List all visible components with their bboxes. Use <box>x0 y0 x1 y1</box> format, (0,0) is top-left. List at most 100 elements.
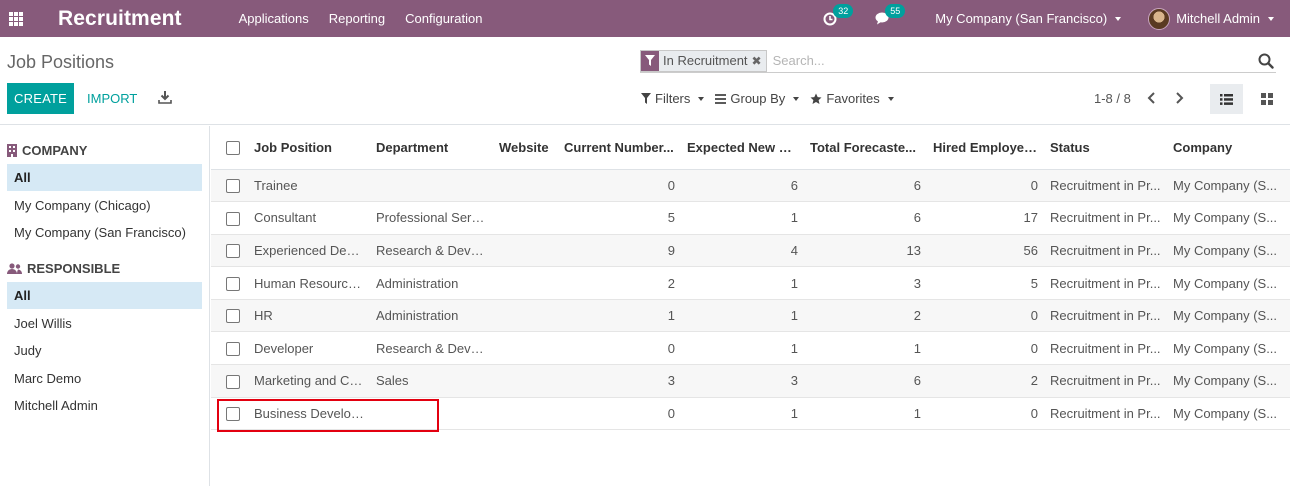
cell-company[interactable]: My Company (S... <box>1167 169 1290 203</box>
row-checkbox[interactable] <box>211 201 248 235</box>
cell-hired-employees[interactable]: 56 <box>927 234 1044 268</box>
column-header-job-position[interactable]: Job Position <box>248 126 370 170</box>
apps-grid-icon[interactable] <box>9 11 23 26</box>
cell-website[interactable] <box>493 169 558 203</box>
cell-department[interactable]: Administration <box>370 266 493 300</box>
cell-company[interactable]: My Company (S... <box>1167 201 1290 235</box>
cell-expected-new[interactable]: 1 <box>681 331 804 366</box>
cell-department[interactable] <box>370 397 493 431</box>
company-filter-all[interactable]: All <box>7 164 202 191</box>
cell-expected-new[interactable]: 4 <box>681 234 804 268</box>
column-header-status[interactable]: Status <box>1044 126 1167 170</box>
cell-total-forecasted[interactable]: 2 <box>804 299 927 333</box>
responsible-filter-all[interactable]: All <box>7 282 202 309</box>
cell-total-forecasted[interactable]: 13 <box>804 234 927 268</box>
search-icon[interactable] <box>1258 53 1274 69</box>
create-button[interactable]: CREATE <box>7 83 74 114</box>
messages-button[interactable]: 55 <box>875 4 906 25</box>
app-brand[interactable]: Recruitment <box>58 7 182 31</box>
cell-website[interactable] <box>493 397 558 431</box>
cell-job-position[interactable]: Experienced Deve... <box>248 234 370 268</box>
cell-hired-employees[interactable]: 2 <box>927 364 1044 398</box>
row-checkbox[interactable] <box>211 299 248 333</box>
cell-status[interactable]: Recruitment in Pr... <box>1044 364 1167 398</box>
cell-status[interactable]: Recruitment in Pr... <box>1044 299 1167 333</box>
cell-status[interactable]: Recruitment in Pr... <box>1044 331 1167 366</box>
cell-hired-employees[interactable]: 0 <box>927 299 1044 333</box>
activities-button[interactable]: 32 <box>823 3 854 26</box>
row-checkbox[interactable] <box>211 234 248 268</box>
responsible-filter-judy[interactable]: Judy <box>7 337 202 364</box>
cell-company[interactable]: My Company (S... <box>1167 364 1290 398</box>
company-filter-chicago[interactable]: My Company (Chicago) <box>7 192 202 219</box>
table-row[interactable]: Experienced Deve... Research & Devel... … <box>211 234 1290 268</box>
cell-status[interactable]: Recruitment in Pr... <box>1044 169 1167 203</box>
table-row[interactable]: Developer Research & Devel... 0 1 1 0 Re… <box>211 331 1290 366</box>
cell-department[interactable]: Administration <box>370 299 493 333</box>
table-row[interactable]: Business Develop... 0 1 1 0 Recruitment … <box>211 397 1290 431</box>
cell-website[interactable] <box>493 331 558 366</box>
menu-configuration[interactable]: Configuration <box>405 11 482 26</box>
table-row[interactable]: Trainee 0 6 6 0 Recruitment in Pr... My … <box>211 169 1290 203</box>
table-row[interactable]: Consultant Professional Servi... 5 1 6 1… <box>211 201 1290 235</box>
cell-current-number[interactable]: 0 <box>558 397 681 431</box>
cell-job-position[interactable]: HR <box>248 299 370 333</box>
company-switcher[interactable]: My Company (San Francisco) <box>935 11 1122 26</box>
chevron-right-icon[interactable] <box>1173 92 1185 104</box>
pager-value[interactable]: 1-8 / 8 <box>1094 91 1131 106</box>
cell-status[interactable]: Recruitment in Pr... <box>1044 201 1167 235</box>
cell-company[interactable]: My Company (S... <box>1167 266 1290 300</box>
cell-total-forecasted[interactable]: 6 <box>804 201 927 235</box>
cell-job-position[interactable]: Developer <box>248 331 370 366</box>
cell-company[interactable]: My Company (S... <box>1167 299 1290 333</box>
cell-department[interactable]: Research & Devel... <box>370 331 493 366</box>
row-checkbox[interactable] <box>211 266 248 300</box>
column-header-department[interactable]: Department <box>370 126 493 170</box>
table-row[interactable]: Human Resource... Administration 2 1 3 5… <box>211 266 1290 300</box>
cell-job-position[interactable]: Human Resource... <box>248 266 370 300</box>
cell-job-position[interactable]: Trainee <box>248 169 370 203</box>
filters-dropdown[interactable]: Filters <box>641 91 705 106</box>
responsible-filter-marc-demo[interactable]: Marc Demo <box>7 365 202 392</box>
cell-hired-employees[interactable]: 0 <box>927 397 1044 431</box>
cell-department[interactable]: Professional Servi... <box>370 201 493 235</box>
cell-total-forecasted[interactable]: 6 <box>804 169 927 203</box>
menu-reporting[interactable]: Reporting <box>329 11 385 26</box>
cell-current-number[interactable]: 0 <box>558 169 681 203</box>
column-header-current-number[interactable]: Current Number... <box>558 126 681 170</box>
import-button[interactable]: IMPORT <box>87 91 137 106</box>
cell-job-position[interactable]: Consultant <box>248 201 370 235</box>
cell-current-number[interactable]: 3 <box>558 364 681 398</box>
cell-current-number[interactable]: 5 <box>558 201 681 235</box>
cell-website[interactable] <box>493 201 558 235</box>
download-icon[interactable] <box>158 90 172 104</box>
row-checkbox[interactable] <box>211 169 248 203</box>
cell-current-number[interactable]: 2 <box>558 266 681 300</box>
remove-facet-icon[interactable]: ✖ <box>751 50 766 71</box>
cell-department[interactable]: Sales <box>370 364 493 398</box>
cell-website[interactable] <box>493 266 558 300</box>
cell-expected-new[interactable]: 6 <box>681 169 804 203</box>
cell-hired-employees[interactable]: 5 <box>927 266 1044 300</box>
list-view-button[interactable] <box>1210 84 1243 114</box>
cell-total-forecasted[interactable]: 6 <box>804 364 927 398</box>
cell-job-position[interactable]: Marketing and Co... <box>248 364 370 398</box>
menu-applications[interactable]: Applications <box>239 11 309 26</box>
cell-website[interactable] <box>493 299 558 333</box>
favorites-dropdown[interactable]: Favorites <box>810 91 894 106</box>
cell-hired-employees[interactable]: 0 <box>927 331 1044 366</box>
cell-current-number[interactable]: 9 <box>558 234 681 268</box>
responsible-filter-mitchell-admin[interactable]: Mitchell Admin <box>7 392 202 419</box>
column-header-total-forecasted[interactable]: Total Forecaste... <box>804 126 927 170</box>
cell-status[interactable]: Recruitment in Pr... <box>1044 397 1167 431</box>
company-filter-san-francisco[interactable]: My Company (San Francisco) <box>7 219 202 246</box>
column-header-expected-new[interactable]: Expected New E... <box>681 126 804 170</box>
cell-company[interactable]: My Company (S... <box>1167 234 1290 268</box>
cell-expected-new[interactable]: 1 <box>681 397 804 431</box>
cell-hired-employees[interactable]: 0 <box>927 169 1044 203</box>
cell-company[interactable]: My Company (S... <box>1167 397 1290 431</box>
column-header-hired-employees[interactable]: Hired Employees <box>927 126 1044 170</box>
chevron-left-icon[interactable] <box>1146 92 1158 104</box>
cell-current-number[interactable]: 1 <box>558 299 681 333</box>
cell-total-forecasted[interactable]: 3 <box>804 266 927 300</box>
